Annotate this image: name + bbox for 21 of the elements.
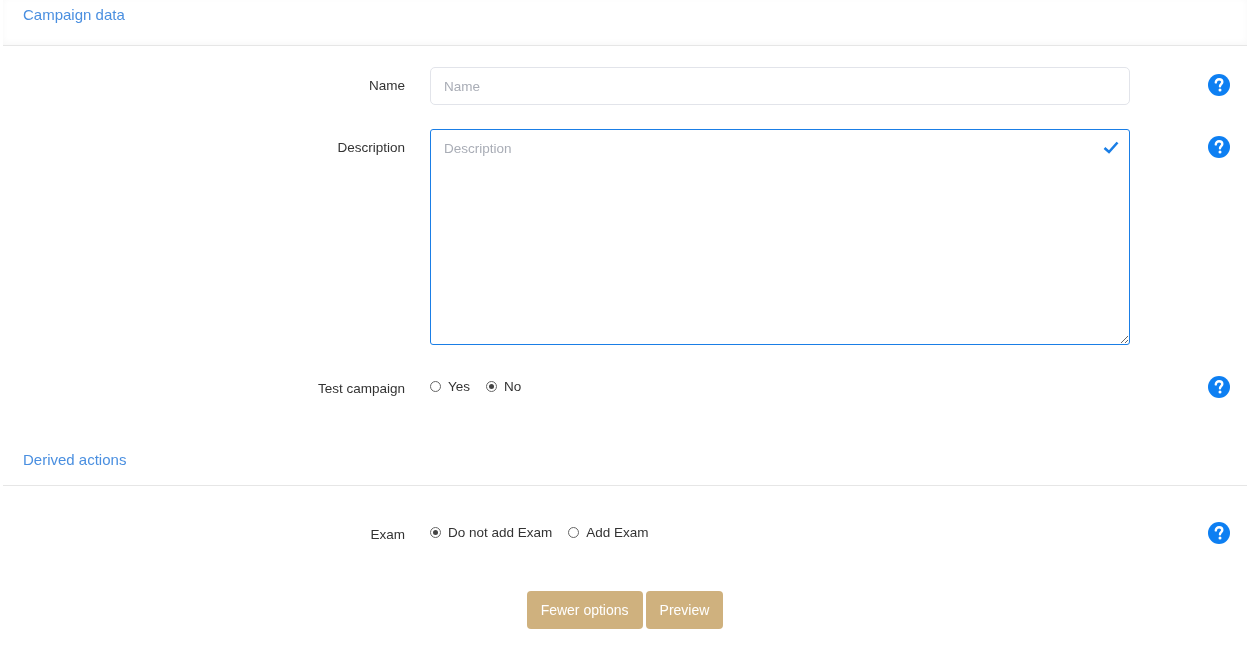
field-label: Exam <box>370 527 405 542</box>
radio-label[interactable]: Do not add Exam <box>448 525 553 540</box>
section-title: Derived actions <box>23 451 127 468</box>
field-label: Test campaign <box>317 381 405 396</box>
help-icon[interactable] <box>1208 376 1230 398</box>
radio-label[interactable]: Yes <box>448 379 471 394</box>
radio-button[interactable] <box>430 381 441 392</box>
field-label: Name <box>369 78 405 93</box>
description-textarea[interactable]: Description <box>430 129 1130 345</box>
radio-label[interactable]: No <box>504 379 522 394</box>
radio-button[interactable] <box>486 381 498 392</box>
section-title: Campaign data <box>23 6 125 23</box>
help-icon[interactable] <box>1208 522 1230 544</box>
name-input[interactable]: Name <box>430 67 1130 105</box>
radio-label[interactable]: Add Exam <box>586 525 649 540</box>
checkmark-icon <box>1103 141 1119 154</box>
help-icon[interactable] <box>1208 136 1230 158</box>
radio-button[interactable] <box>568 527 580 538</box>
help-icon[interactable] <box>1208 74 1230 96</box>
field-label: Description <box>337 140 405 155</box>
radio-button[interactable] <box>430 527 441 538</box>
